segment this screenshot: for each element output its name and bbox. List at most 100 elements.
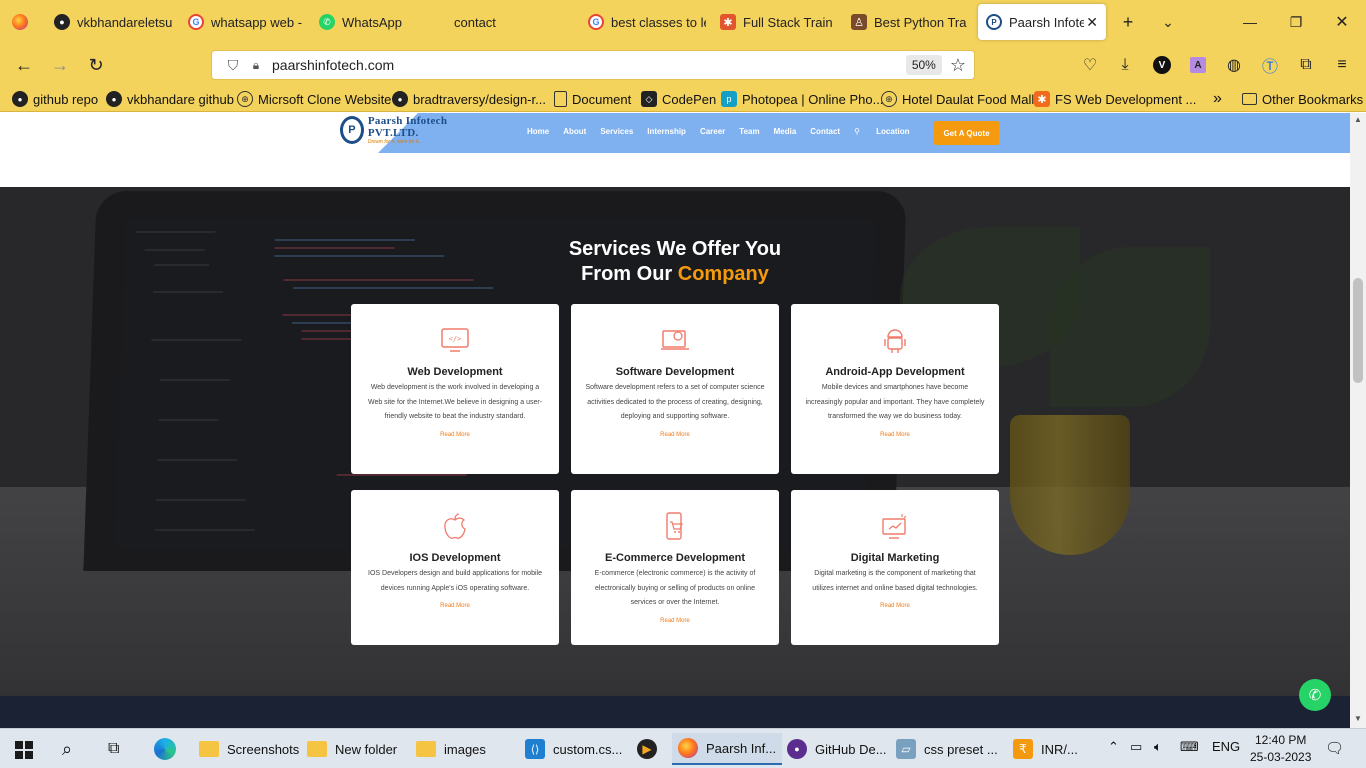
- taskbar-new-folder[interactable]: New folder: [307, 733, 397, 765]
- taskbar-css-preset[interactable]: ▱ css preset ...: [896, 733, 998, 765]
- windows-start-icon[interactable]: [15, 741, 33, 759]
- restore-button[interactable]: ❐: [1282, 8, 1310, 36]
- menu-home[interactable]: Home: [527, 127, 549, 136]
- folder-icon: [416, 741, 436, 757]
- close-tab-icon[interactable]: ✕: [1086, 14, 1098, 31]
- tab-github[interactable]: ● vkbhandareletsup: [54, 4, 172, 40]
- tracking-shield-icon[interactable]: ⛉: [220, 57, 246, 74]
- tab-fullstack[interactable]: ✱ Full Stack Trainin: [720, 4, 832, 40]
- task-view-icon[interactable]: ⧉: [108, 733, 119, 765]
- new-tab-button[interactable]: +: [1114, 8, 1142, 36]
- taskbar-vscode[interactable]: ⟨⟩ custom.cs...: [525, 733, 622, 765]
- read-more-link[interactable]: Read More: [585, 430, 765, 440]
- scroll-down-arrow-icon[interactable]: ▼: [1350, 714, 1366, 728]
- forward-button[interactable]: →: [46, 51, 74, 79]
- scroll-up-arrow-icon[interactable]: ▲: [1350, 115, 1366, 129]
- taskbar-inr[interactable]: ₹ INR/...: [1013, 733, 1078, 765]
- scroll-thumb[interactable]: [1353, 278, 1363, 383]
- lock-icon[interactable]: 🔒︎: [246, 58, 266, 73]
- taskbar-firefox[interactable]: Paarsh Inf...: [672, 733, 783, 765]
- tab-google-whatsapp[interactable]: G whatsapp web - G: [188, 4, 306, 40]
- extension-a-icon[interactable]: A: [1184, 51, 1212, 79]
- firefox-menu-icon[interactable]: [6, 8, 34, 36]
- menu-contact[interactable]: Contact: [810, 127, 840, 136]
- reload-button[interactable]: ↻: [82, 51, 110, 79]
- tab-python[interactable]: ♙ Best Python Train: [851, 4, 967, 40]
- list-tabs-icon[interactable]: ⌄: [1154, 8, 1182, 36]
- folder-icon: [199, 741, 219, 757]
- web-code-icon: </>: [440, 326, 470, 354]
- bookmark-hotel-daulat[interactable]: ⊕ Hotel Daulat Food Mall: [881, 90, 1034, 108]
- site-header: P Paarsh Infotech PVT.LTD. Dream for it,…: [0, 113, 1350, 153]
- app-menu-icon[interactable]: ≡: [1328, 51, 1356, 79]
- menu-about[interactable]: About: [563, 127, 586, 136]
- fs-icon: ✱: [1034, 91, 1050, 107]
- tray-chevron-up-icon[interactable]: ⌃: [1108, 739, 1119, 755]
- bookmarks-overflow-chevron-icon[interactable]: »: [1213, 90, 1222, 108]
- tab-google-classes[interactable]: G best classes to le: [588, 4, 706, 40]
- bookmark-star-icon[interactable]: ☆: [950, 55, 966, 76]
- bookmark-microsoft-clone[interactable]: ⊕ Micrsoft Clone Website: [237, 90, 391, 108]
- keyboard-icon[interactable]: ⌨: [1180, 739, 1199, 755]
- read-more-link[interactable]: Read More: [805, 601, 985, 611]
- get-quote-button[interactable]: Get A Quote: [934, 121, 999, 145]
- profile-avatar[interactable]: V: [1148, 51, 1176, 79]
- menu-location[interactable]: ⚲ Location: [854, 127, 923, 136]
- read-more-link[interactable]: Read More: [805, 430, 985, 440]
- fullstack-icon: ✱: [720, 14, 736, 30]
- ecommerce-icon: [660, 512, 690, 540]
- logo-name: Paarsh Infotech PVT.LTD.: [367, 115, 448, 139]
- page-scrollbar[interactable]: ▲ ▼: [1350, 113, 1366, 728]
- bookmark-github-repo[interactable]: ● github repo: [12, 90, 98, 108]
- bookmark-photopea[interactable]: p Photopea | Online Pho...: [721, 90, 883, 108]
- read-more-link[interactable]: Read More: [585, 616, 765, 626]
- bookmark-document[interactable]: Document: [554, 90, 631, 108]
- bookmark-fs-web-dev[interactable]: ✱ FS Web Development ...: [1034, 90, 1196, 108]
- read-more-link[interactable]: Read More: [365, 430, 545, 440]
- services-section: Services We Offer You From Our Company <…: [0, 187, 1350, 696]
- taskbar-images[interactable]: images: [416, 733, 486, 765]
- url-text[interactable]: paarshinfotech.com: [272, 57, 906, 73]
- extension-globe-icon[interactable]: ◍: [1220, 51, 1248, 79]
- minimize-button[interactable]: —: [1236, 8, 1264, 36]
- language-indicator[interactable]: ENG: [1212, 739, 1240, 754]
- menu-media[interactable]: Media: [774, 127, 797, 136]
- network-icon[interactable]: ▭: [1130, 739, 1142, 755]
- edge-icon[interactable]: [154, 733, 176, 765]
- taskbar-github-desktop[interactable]: ● GitHub De...: [787, 733, 887, 765]
- firefox-icon: [678, 738, 698, 758]
- footer-dark-band: [0, 696, 1350, 728]
- menu-internship[interactable]: Internship: [647, 127, 686, 136]
- taskbar-media-player[interactable]: ▶: [637, 733, 665, 765]
- read-more-link[interactable]: Read More: [365, 601, 545, 611]
- address-bar[interactable]: ⛉ 🔒︎ paarshinfotech.com 50% ☆: [211, 50, 975, 80]
- volume-icon[interactable]: 🔈︎: [1154, 739, 1162, 755]
- whatsapp-float-button[interactable]: ✆: [1299, 679, 1331, 711]
- other-bookmarks[interactable]: Other Bookmarks: [1242, 90, 1363, 108]
- downloads-icon[interactable]: ⤓: [1111, 51, 1139, 79]
- css-icon: ▱: [896, 739, 916, 759]
- bookmark-codepen[interactable]: ◇ CodePen: [641, 90, 716, 108]
- tab-whatsapp[interactable]: ✆ WhatsApp: [319, 4, 437, 40]
- pocket-icon[interactable]: ♡: [1076, 51, 1104, 79]
- system-clock[interactable]: 12:40 PM 25-03-2023: [1250, 732, 1311, 766]
- search-icon[interactable]: ⌕: [62, 733, 72, 765]
- menu-services[interactable]: Services: [600, 127, 633, 136]
- site-logo[interactable]: P Paarsh Infotech PVT.LTD. Dream for it,…: [340, 115, 476, 145]
- back-button[interactable]: ←: [10, 51, 38, 79]
- zoom-indicator[interactable]: 50%: [905, 55, 942, 75]
- close-window-button[interactable]: ✕: [1328, 8, 1356, 36]
- tab-contact[interactable]: contact: [454, 4, 572, 40]
- bookmark-bradtraversy[interactable]: ● bradtraversy/design-r...: [392, 90, 546, 108]
- tab-bar: ● vkbhandareletsup G whatsapp web - G ✆ …: [0, 0, 1366, 44]
- extension-translate-icon[interactable]: Ⓣ: [1256, 51, 1284, 79]
- service-card-ecommerce-development: E-Commerce Development E-commerce (elect…: [571, 490, 779, 645]
- notifications-icon[interactable]: 🗨︎: [1325, 739, 1344, 757]
- tab-paarsh-active[interactable]: P Paarsh Infotech ✕: [978, 4, 1106, 40]
- menu-career[interactable]: Career: [700, 127, 725, 136]
- menu-team[interactable]: Team: [739, 127, 759, 136]
- document-icon: [554, 91, 567, 107]
- taskbar-screenshots[interactable]: Screenshots: [199, 733, 299, 765]
- extensions-icon[interactable]: ⧉: [1292, 51, 1320, 79]
- bookmark-vkbhandare-github[interactable]: ● vkbhandare github: [106, 90, 234, 108]
